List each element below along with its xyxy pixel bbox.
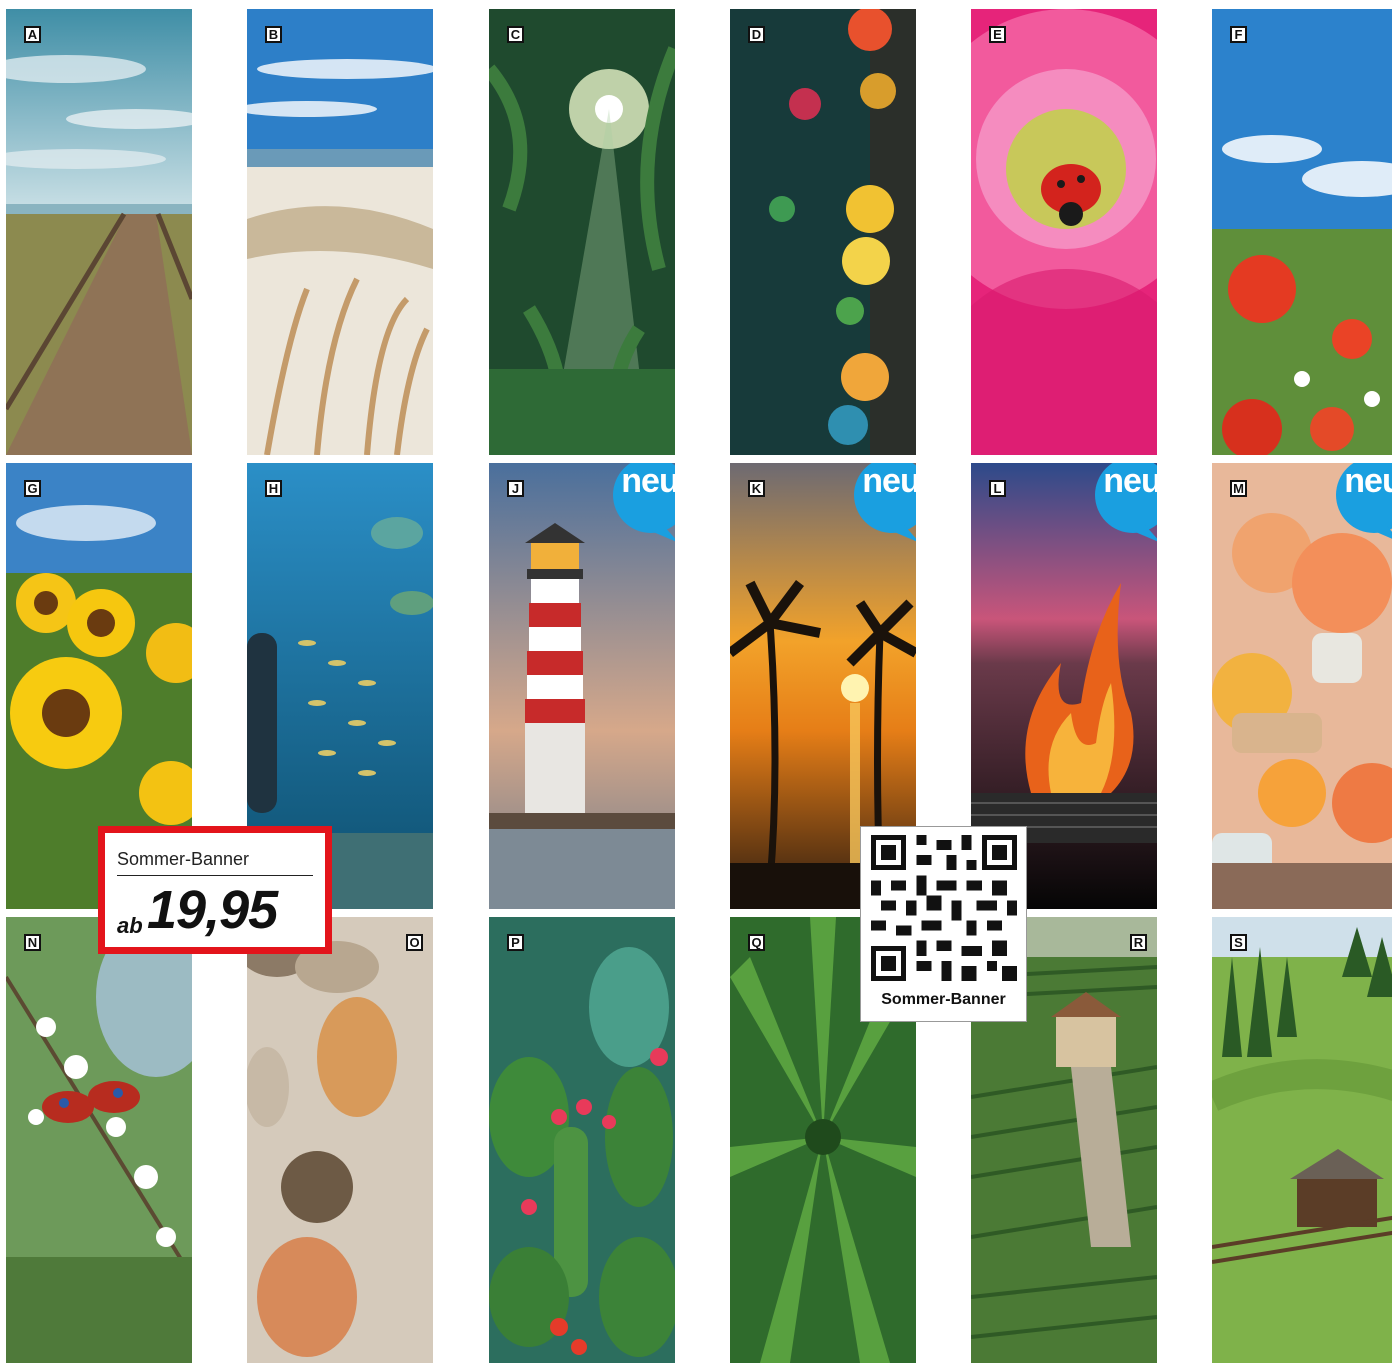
tile-letter: E bbox=[989, 26, 1006, 43]
poppy-field-image bbox=[1212, 9, 1392, 455]
new-badge: neu bbox=[852, 463, 916, 545]
banner-tile-o[interactable]: O bbox=[247, 917, 433, 1363]
tile-letter: M bbox=[1230, 480, 1247, 497]
banner-tile-a[interactable]: A bbox=[6, 9, 192, 455]
new-badge: neu bbox=[1093, 463, 1157, 545]
tile-letter: P bbox=[507, 934, 524, 951]
banner-tile-c[interactable]: C bbox=[489, 9, 675, 455]
tile-letter: J bbox=[507, 480, 524, 497]
price-divider bbox=[117, 875, 313, 876]
tile-letter: C bbox=[507, 26, 524, 43]
banner-tile-s[interactable]: S bbox=[1212, 917, 1392, 1363]
tile-letter: D bbox=[748, 26, 765, 43]
new-badge-label: neu bbox=[1344, 463, 1392, 500]
tile-letter: K bbox=[748, 480, 765, 497]
banner-tile-d[interactable]: D bbox=[730, 9, 916, 455]
qr-label: Sommer-Banner bbox=[881, 991, 1006, 1008]
tile-letter: Q bbox=[748, 934, 765, 951]
banner-tile-j[interactable]: J neu bbox=[489, 463, 675, 909]
tile-letter: N bbox=[24, 934, 41, 951]
tile-letter: A bbox=[24, 26, 41, 43]
new-badge-label: neu bbox=[621, 463, 675, 500]
qr-code-box[interactable]: Sommer-Banner bbox=[860, 826, 1027, 1022]
lanterns-image bbox=[730, 9, 916, 455]
banner-tile-e[interactable]: E bbox=[971, 9, 1157, 455]
butterfly-blossom-image bbox=[6, 917, 192, 1363]
price-tag: Sommer-Banner ab 19,95 bbox=[98, 826, 332, 954]
dahlia-ladybug-image bbox=[971, 9, 1157, 455]
banner-tile-f[interactable]: F bbox=[1212, 9, 1392, 455]
price-value: 19,95 bbox=[147, 880, 278, 940]
tile-letter: O bbox=[406, 934, 423, 951]
banner-tile-n[interactable]: N bbox=[6, 917, 192, 1363]
new-badge-label: neu bbox=[1103, 463, 1157, 500]
tile-letter: H bbox=[265, 480, 282, 497]
price-prefix: ab bbox=[117, 913, 143, 938]
price-title: Sommer-Banner bbox=[117, 849, 250, 869]
new-badge: neu bbox=[1334, 463, 1392, 545]
tile-letter: R bbox=[1130, 934, 1147, 951]
banner-tile-b[interactable]: B bbox=[247, 9, 433, 455]
tile-letter: B bbox=[265, 26, 282, 43]
boardwalk-beach-image bbox=[6, 9, 192, 455]
seashells-image bbox=[247, 917, 433, 1363]
qr-code-icon bbox=[871, 835, 1017, 981]
new-badge-label: neu bbox=[862, 463, 916, 500]
jungle-image bbox=[489, 9, 675, 455]
tile-letter: L bbox=[989, 480, 1006, 497]
cactus-image bbox=[489, 917, 675, 1363]
alpine-meadow-image bbox=[1212, 917, 1392, 1363]
banner-tile-p[interactable]: P bbox=[489, 917, 675, 1363]
tile-letter: S bbox=[1230, 934, 1247, 951]
banner-tile-m[interactable]: M neu bbox=[1212, 463, 1392, 909]
tile-letter: G bbox=[24, 480, 41, 497]
tile-letter: F bbox=[1230, 26, 1247, 43]
dunes-image bbox=[247, 9, 433, 455]
new-badge: neu bbox=[611, 463, 675, 545]
